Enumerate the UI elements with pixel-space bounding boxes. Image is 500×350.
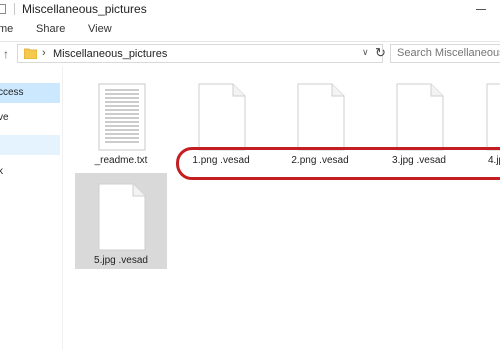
navigation-pane: ccess ve k (0, 66, 62, 350)
search-box[interactable] (390, 44, 500, 63)
tab-share[interactable]: Share (36, 23, 65, 35)
blank-file-icon (198, 83, 246, 151)
window-title: Miscellaneous_pictures (22, 2, 147, 16)
up-arrow-icon[interactable]: ↑ (3, 47, 9, 61)
nav-item-network[interactable]: k (0, 162, 60, 182)
tab-home[interactable]: me (0, 23, 13, 35)
minimize-icon[interactable] (476, 9, 486, 10)
folder-icon (24, 48, 37, 59)
tab-view[interactable]: View (88, 23, 112, 35)
breadcrumb-current-folder[interactable]: Miscellaneous_pictures (53, 48, 167, 60)
nav-item-label: ccess (0, 87, 24, 98)
chevron-down-icon[interactable]: ∨ (362, 47, 369, 58)
text-file-icon (98, 83, 146, 151)
title-bar: Miscellaneous_pictures (0, 0, 500, 19)
annotation-highlight-ring (176, 147, 500, 180)
search-input[interactable] (397, 46, 500, 60)
address-bar[interactable]: › Miscellaneous_pictures ∨ ↻ (17, 44, 386, 63)
file-name: 5.jpg .vesad (94, 255, 148, 266)
blank-file-icon (98, 183, 146, 251)
nav-item-this-pc[interactable] (0, 135, 60, 155)
blank-file-icon (297, 83, 345, 151)
ribbon-tabs: me Share View (0, 19, 500, 41)
refresh-icon[interactable]: ↻ (375, 45, 386, 61)
file-item[interactable]: _readme.txt (75, 73, 167, 169)
file-list: _readme.txt 1.png .vesad 2.png .vesad 3.… (63, 66, 500, 350)
blank-file-icon (396, 83, 444, 151)
title-separator (14, 3, 15, 15)
nav-item-label: ve (0, 112, 9, 123)
blank-file-icon (486, 83, 500, 151)
nav-item-quick-access[interactable]: ccess (0, 83, 60, 103)
nav-item-label: k (0, 166, 3, 177)
quick-access-toolbar-icon[interactable] (0, 4, 6, 14)
address-bar-row: ↑ › Miscellaneous_pictures ∨ ↻ (0, 41, 500, 66)
file-item-selected[interactable]: 5.jpg .vesad (75, 173, 167, 269)
chevron-right-icon: › (42, 47, 46, 59)
file-name: _readme.txt (94, 155, 148, 166)
nav-item-drive[interactable]: ve (0, 108, 60, 128)
